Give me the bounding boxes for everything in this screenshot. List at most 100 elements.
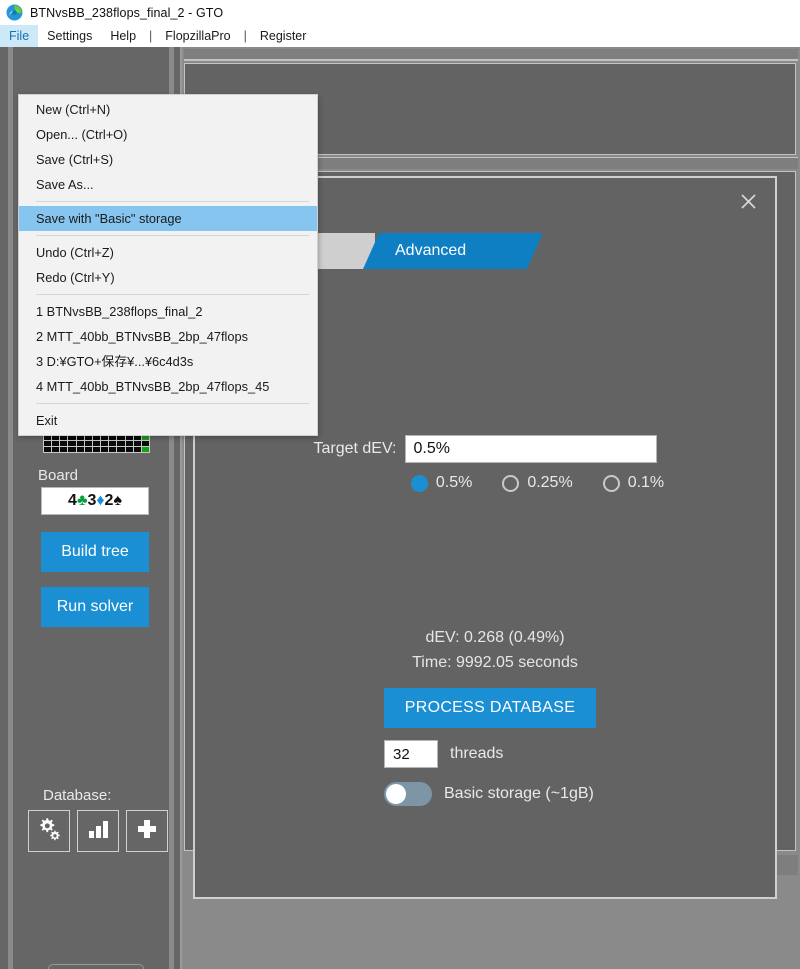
menu-item[interactable]: Open... (Ctrl+O) bbox=[19, 122, 317, 147]
matrix-cell[interactable] bbox=[117, 446, 125, 452]
database-add-button[interactable] bbox=[126, 810, 168, 852]
menu-bar: File Settings Help | FlopzillaPro | Regi… bbox=[0, 25, 800, 47]
matrix-cell[interactable] bbox=[101, 446, 109, 452]
menu-item[interactable]: Exit bbox=[19, 408, 317, 433]
menu-separator-2: | bbox=[243, 29, 247, 43]
menu-item[interactable]: Save As... bbox=[19, 172, 317, 197]
board-card-1: 4♣ bbox=[68, 492, 88, 509]
matrix-cell[interactable] bbox=[101, 440, 109, 446]
matrix-cell[interactable] bbox=[84, 440, 92, 446]
matrix-cell[interactable] bbox=[44, 440, 52, 446]
matrix-cell[interactable] bbox=[109, 446, 117, 452]
tab-advanced[interactable]: Advanced bbox=[363, 233, 543, 269]
threads-row: 32 threads bbox=[384, 740, 503, 768]
basic-storage-label: Basic storage (~1gB) bbox=[444, 785, 594, 802]
radio-dot-icon bbox=[602, 474, 620, 492]
matrix-cell[interactable] bbox=[76, 446, 84, 452]
matrix-cell[interactable] bbox=[133, 446, 141, 452]
content-panel-top bbox=[184, 49, 798, 61]
sidebar-rail-left bbox=[8, 47, 13, 969]
app-logo-icon bbox=[6, 4, 23, 21]
radio-label-1: 0.25% bbox=[527, 474, 573, 491]
matrix-cell[interactable] bbox=[52, 440, 60, 446]
basic-storage-toggle[interactable] bbox=[384, 782, 432, 806]
matrix-cell[interactable] bbox=[125, 440, 133, 446]
menu-item[interactable]: Undo (Ctrl+Z) bbox=[19, 240, 317, 265]
build-tree-button[interactable]: Build tree bbox=[41, 532, 149, 572]
menu-item[interactable]: Save with "Basic" storage bbox=[19, 206, 317, 231]
target-dev-label: Target dEV: bbox=[313, 440, 397, 457]
menu-item[interactable]: New (Ctrl+N) bbox=[19, 97, 317, 122]
menu-item[interactable]: Save (Ctrl+S) bbox=[19, 147, 317, 172]
matrix-cell[interactable] bbox=[141, 440, 149, 446]
threads-label: threads bbox=[450, 745, 504, 762]
radio-option-0[interactable]: 0.5% bbox=[410, 474, 473, 492]
database-size-badge: 116.8 GB bbox=[48, 964, 144, 969]
radio-option-2[interactable]: 0.1% bbox=[602, 474, 665, 492]
app-body: Board 4♣ 3♦ 2♠ Build tree Run solver Datab… bbox=[0, 47, 800, 969]
file-dropdown-menu: New (Ctrl+N) Open... (Ctrl+O) Save (Ctrl+S… bbox=[18, 94, 318, 436]
target-dev-input[interactable]: 0.5% bbox=[404, 435, 657, 463]
radio-label-2: 0.1% bbox=[627, 474, 665, 491]
threads-input[interactable]: 32 bbox=[384, 740, 438, 768]
target-dev-radio-group: 0.5% 0.25% 0.1% bbox=[195, 474, 775, 492]
tab-advanced-label: Advanced bbox=[395, 242, 467, 259]
menu-item[interactable]: 3 D:¥GTO+保存¥...¥6c4d3s bbox=[19, 349, 317, 374]
process-database-button[interactable]: PROCESS DATABASE bbox=[384, 688, 596, 728]
matrix-cell[interactable] bbox=[68, 446, 76, 452]
board-card-2: 3♦ bbox=[87, 492, 105, 509]
database-button-group bbox=[28, 810, 168, 852]
menu-flopzillapro[interactable]: FlopzillaPro bbox=[156, 25, 239, 47]
menu-item[interactable]: Redo (Ctrl+Y) bbox=[19, 265, 317, 290]
matrix-cell[interactable] bbox=[141, 446, 149, 452]
time-stat-line: Time: 9992.05 seconds bbox=[412, 654, 578, 671]
matrix-cell[interactable] bbox=[109, 440, 117, 446]
matrix-cell[interactable] bbox=[117, 440, 125, 446]
database-stats-button[interactable] bbox=[77, 810, 119, 852]
database-settings-button[interactable] bbox=[28, 810, 70, 852]
menu-separator-1: | bbox=[149, 29, 153, 43]
board-card-3: 2♠ bbox=[104, 492, 122, 509]
matrix-cell[interactable] bbox=[84, 446, 92, 452]
menu-separator bbox=[36, 403, 309, 404]
menu-item[interactable]: 1 BTNvsBB_238flops_final_2 bbox=[19, 299, 317, 324]
menu-settings[interactable]: Settings bbox=[38, 25, 101, 47]
radio-option-1[interactable]: 0.25% bbox=[502, 474, 573, 492]
board-label: Board bbox=[38, 467, 79, 484]
gears-icon bbox=[36, 816, 62, 847]
close-icon[interactable] bbox=[735, 188, 761, 214]
matrix-cell[interactable] bbox=[44, 446, 52, 452]
matrix-cell[interactable] bbox=[125, 446, 133, 452]
matrix-cell[interactable] bbox=[92, 440, 101, 446]
matrix-cell[interactable] bbox=[133, 440, 141, 446]
menu-item[interactable]: 2 MTT_40bb_BTNvsBB_2bp_47flops bbox=[19, 324, 317, 349]
matrix-cell[interactable] bbox=[60, 440, 68, 446]
solver-stats: dEV: 0.268 (0.49%) Time: 9992.05 seconds bbox=[195, 625, 775, 675]
menu-separator bbox=[36, 294, 309, 295]
matrix-cell[interactable] bbox=[60, 446, 68, 452]
window-title: BTNvsBB_238flops_final_2 - GTO bbox=[30, 5, 224, 20]
bar-chart-icon bbox=[86, 817, 110, 846]
menu-separator bbox=[36, 201, 309, 202]
storage-row: Basic storage (~1gB) bbox=[384, 782, 594, 806]
board-input[interactable]: 4♣ 3♦ 2♠ bbox=[41, 487, 149, 515]
menu-help[interactable]: Help bbox=[101, 25, 145, 47]
dev-stat-line: dEV: 0.268 (0.49%) bbox=[425, 629, 565, 646]
title-bar: BTNvsBB_238flops_final_2 - GTO bbox=[0, 0, 800, 25]
matrix-cell[interactable] bbox=[76, 440, 84, 446]
radio-dot-icon bbox=[502, 474, 520, 492]
matrix-cell[interactable] bbox=[92, 446, 101, 452]
menu-register[interactable]: Register bbox=[251, 25, 316, 47]
menu-separator bbox=[36, 235, 309, 236]
menu-item[interactable]: 4 MTT_40bb_BTNvsBB_2bp_47flops_45 bbox=[19, 374, 317, 399]
plus-icon bbox=[135, 817, 159, 846]
target-dev-row: Target dEV: 0.5% bbox=[195, 435, 775, 463]
radio-label-0: 0.5% bbox=[435, 474, 473, 491]
radio-dot-selected-icon bbox=[410, 474, 428, 492]
menu-file[interactable]: File bbox=[0, 25, 39, 47]
toggle-knob bbox=[386, 784, 406, 804]
run-solver-button[interactable]: Run solver bbox=[41, 587, 149, 627]
matrix-cell[interactable] bbox=[52, 446, 60, 452]
matrix-cell[interactable] bbox=[68, 440, 76, 446]
database-label: Database: bbox=[43, 787, 112, 804]
